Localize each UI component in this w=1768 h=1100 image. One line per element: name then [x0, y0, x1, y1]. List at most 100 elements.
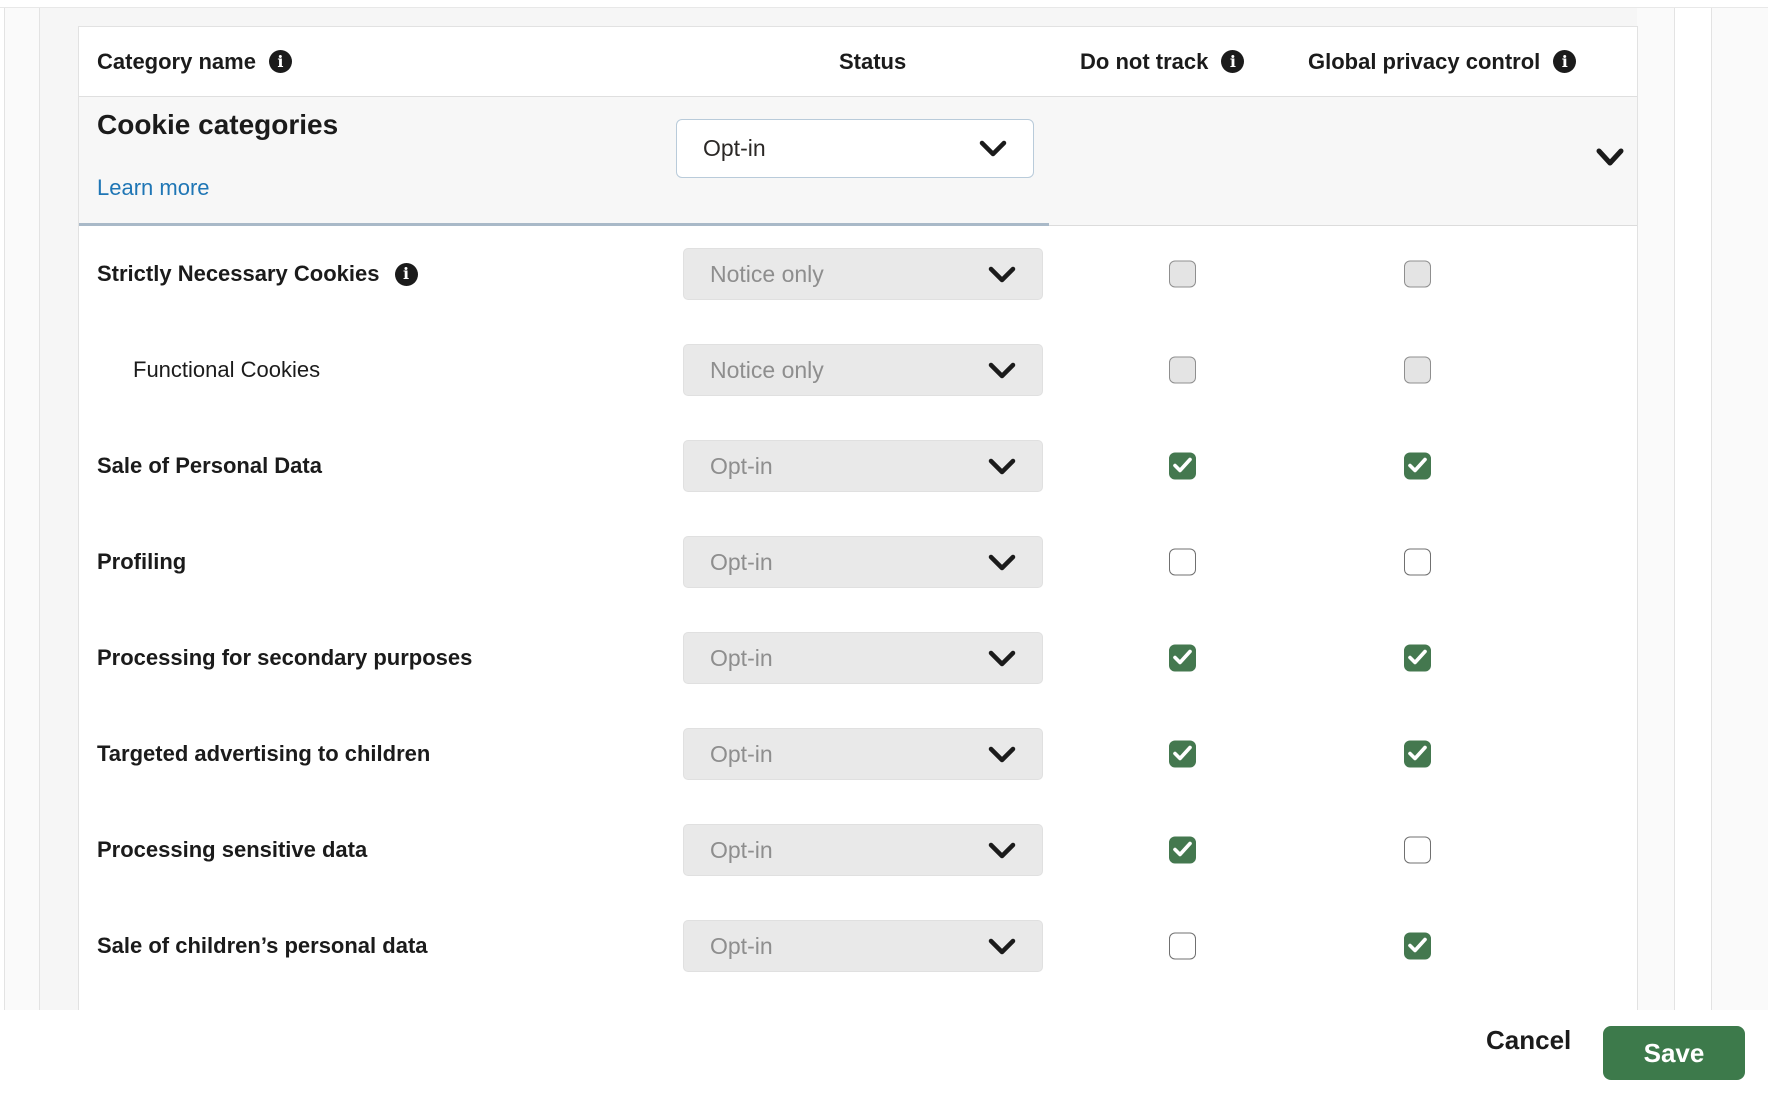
footer-bar: Cancel Save [0, 1010, 1768, 1100]
group-title: Cookie categories [97, 109, 338, 141]
category-name-label: Profiling [97, 549, 186, 575]
category-name: Processing sensitive data [97, 837, 367, 863]
category-name: Strictly Necessary Cookies i [97, 261, 418, 287]
status-value: Notice only [710, 261, 824, 288]
category-name-label: Targeted advertising to children [97, 741, 430, 767]
info-icon[interactable]: i [269, 50, 292, 73]
global-privacy-control-checkbox [1404, 261, 1431, 288]
chevron-down-icon [988, 650, 1016, 667]
page-top-band [0, 0, 1768, 8]
right-panel-edge-outer [1712, 8, 1768, 1010]
global-privacy-control-checkbox[interactable] [1404, 645, 1431, 672]
info-icon[interactable]: i [1553, 50, 1576, 73]
status-value: Opt-in [710, 453, 773, 480]
category-name-label: Processing for secondary purposes [97, 645, 472, 671]
do-not-track-checkbox[interactable] [1169, 549, 1196, 576]
global-privacy-control-checkbox[interactable] [1404, 549, 1431, 576]
status-select: Opt-in [683, 536, 1043, 588]
right-panel-edge-inner [1637, 8, 1675, 1010]
chevron-down-icon [988, 266, 1016, 283]
info-icon[interactable]: i [1221, 50, 1244, 73]
do-not-track-checkbox[interactable] [1169, 741, 1196, 768]
do-not-track-checkbox[interactable] [1169, 837, 1196, 864]
status-select: Opt-in [683, 440, 1043, 492]
checkmark-icon [1173, 746, 1192, 762]
status-value: Opt-in [710, 645, 773, 672]
status-select: Opt-in [683, 632, 1043, 684]
save-button[interactable]: Save [1603, 1026, 1745, 1080]
global-privacy-control-checkbox[interactable] [1404, 741, 1431, 768]
do-not-track-checkbox [1169, 357, 1196, 384]
category-name-label: Processing sensitive data [97, 837, 367, 863]
category-row: Profiling Opt-in [79, 514, 1637, 610]
cancel-button[interactable]: Cancel [1466, 1010, 1591, 1070]
status-value: Opt-in [710, 741, 773, 768]
checkmark-icon [1173, 842, 1192, 858]
status-value: Notice only [710, 357, 824, 384]
category-name-label: Sale of children’s personal data [97, 933, 428, 959]
checkmark-icon [1173, 650, 1192, 666]
category-row: Sale of children’s personal data Opt-in [79, 898, 1637, 994]
right-panel-edge-middle [1675, 8, 1712, 1010]
global-privacy-control-checkbox[interactable] [1404, 933, 1431, 960]
do-not-track-checkbox[interactable] [1169, 933, 1196, 960]
global-privacy-control-checkbox [1404, 357, 1431, 384]
status-value: Opt-in [710, 837, 773, 864]
column-header-label: Global privacy control [1308, 49, 1540, 75]
column-header-global-privacy-control: Global privacy control i [1308, 49, 1576, 75]
checkmark-icon [1408, 938, 1427, 954]
chevron-down-icon [988, 746, 1016, 763]
status-value: Opt-in [710, 933, 773, 960]
table-header-row: Category name i Status Do not track i Gl… [79, 27, 1637, 97]
status-select: Notice only [683, 248, 1043, 300]
global-privacy-control-checkbox[interactable] [1404, 453, 1431, 480]
category-row: Sale of Personal Data Opt-in [79, 418, 1637, 514]
global-privacy-control-checkbox[interactable] [1404, 837, 1431, 864]
column-header-category-name: Category name i [97, 49, 292, 75]
category-name: Functional Cookies [133, 357, 320, 383]
chevron-down-icon [988, 458, 1016, 475]
status-select: Opt-in [683, 728, 1043, 780]
chevron-down-icon [988, 842, 1016, 859]
checkmark-icon [1173, 458, 1192, 474]
category-name: Targeted advertising to children [97, 741, 430, 767]
category-name: Processing for secondary purposes [97, 645, 472, 671]
category-row: Strictly Necessary Cookies i Notice only [79, 226, 1637, 322]
chevron-down-icon [979, 140, 1007, 157]
column-header-do-not-track: Do not track i [1080, 49, 1244, 75]
do-not-track-checkbox[interactable] [1169, 453, 1196, 480]
category-row: Targeted advertising to children Opt-in [79, 706, 1637, 802]
consent-categories-card: Category name i Status Do not track i Gl… [78, 26, 1638, 1010]
checkmark-icon [1408, 458, 1427, 474]
column-header-label: Category name [97, 49, 256, 75]
chevron-down-icon [988, 362, 1016, 379]
category-name: Sale of children’s personal data [97, 933, 428, 959]
checkmark-icon [1408, 650, 1427, 666]
category-name: Sale of Personal Data [97, 453, 322, 479]
status-select: Opt-in [683, 824, 1043, 876]
status-select: Opt-in [683, 920, 1043, 972]
learn-more-link[interactable]: Learn more [97, 175, 210, 201]
chevron-down-icon [988, 938, 1016, 955]
category-name-label: Strictly Necessary Cookies [97, 261, 380, 287]
column-header-label: Do not track [1080, 49, 1208, 75]
chevron-down-icon [988, 554, 1016, 571]
column-header-status: Status [839, 49, 906, 75]
status-select: Notice only [683, 344, 1043, 396]
checkmark-icon [1408, 746, 1427, 762]
info-icon[interactable]: i [395, 263, 418, 286]
cookie-categories-group-row: Cookie categories Learn more Opt-in [79, 97, 1637, 226]
rows-container: Strictly Necessary Cookies i Notice only… [79, 226, 1637, 994]
category-row: Processing for secondary purposes Opt-in [79, 610, 1637, 706]
group-status-select[interactable]: Opt-in [676, 119, 1034, 178]
do-not-track-checkbox[interactable] [1169, 645, 1196, 672]
category-row: Functional Cookies Notice only [79, 322, 1637, 418]
left-panel-edge-inner [5, 8, 40, 1010]
status-value: Opt-in [710, 549, 773, 576]
collapse-group-chevron-icon[interactable] [1595, 147, 1625, 169]
category-name-label: Functional Cookies [133, 357, 320, 383]
category-name: Profiling [97, 549, 186, 575]
category-name-label: Sale of Personal Data [97, 453, 322, 479]
column-header-label: Status [839, 49, 906, 75]
category-row: Processing sensitive data Opt-in [79, 802, 1637, 898]
